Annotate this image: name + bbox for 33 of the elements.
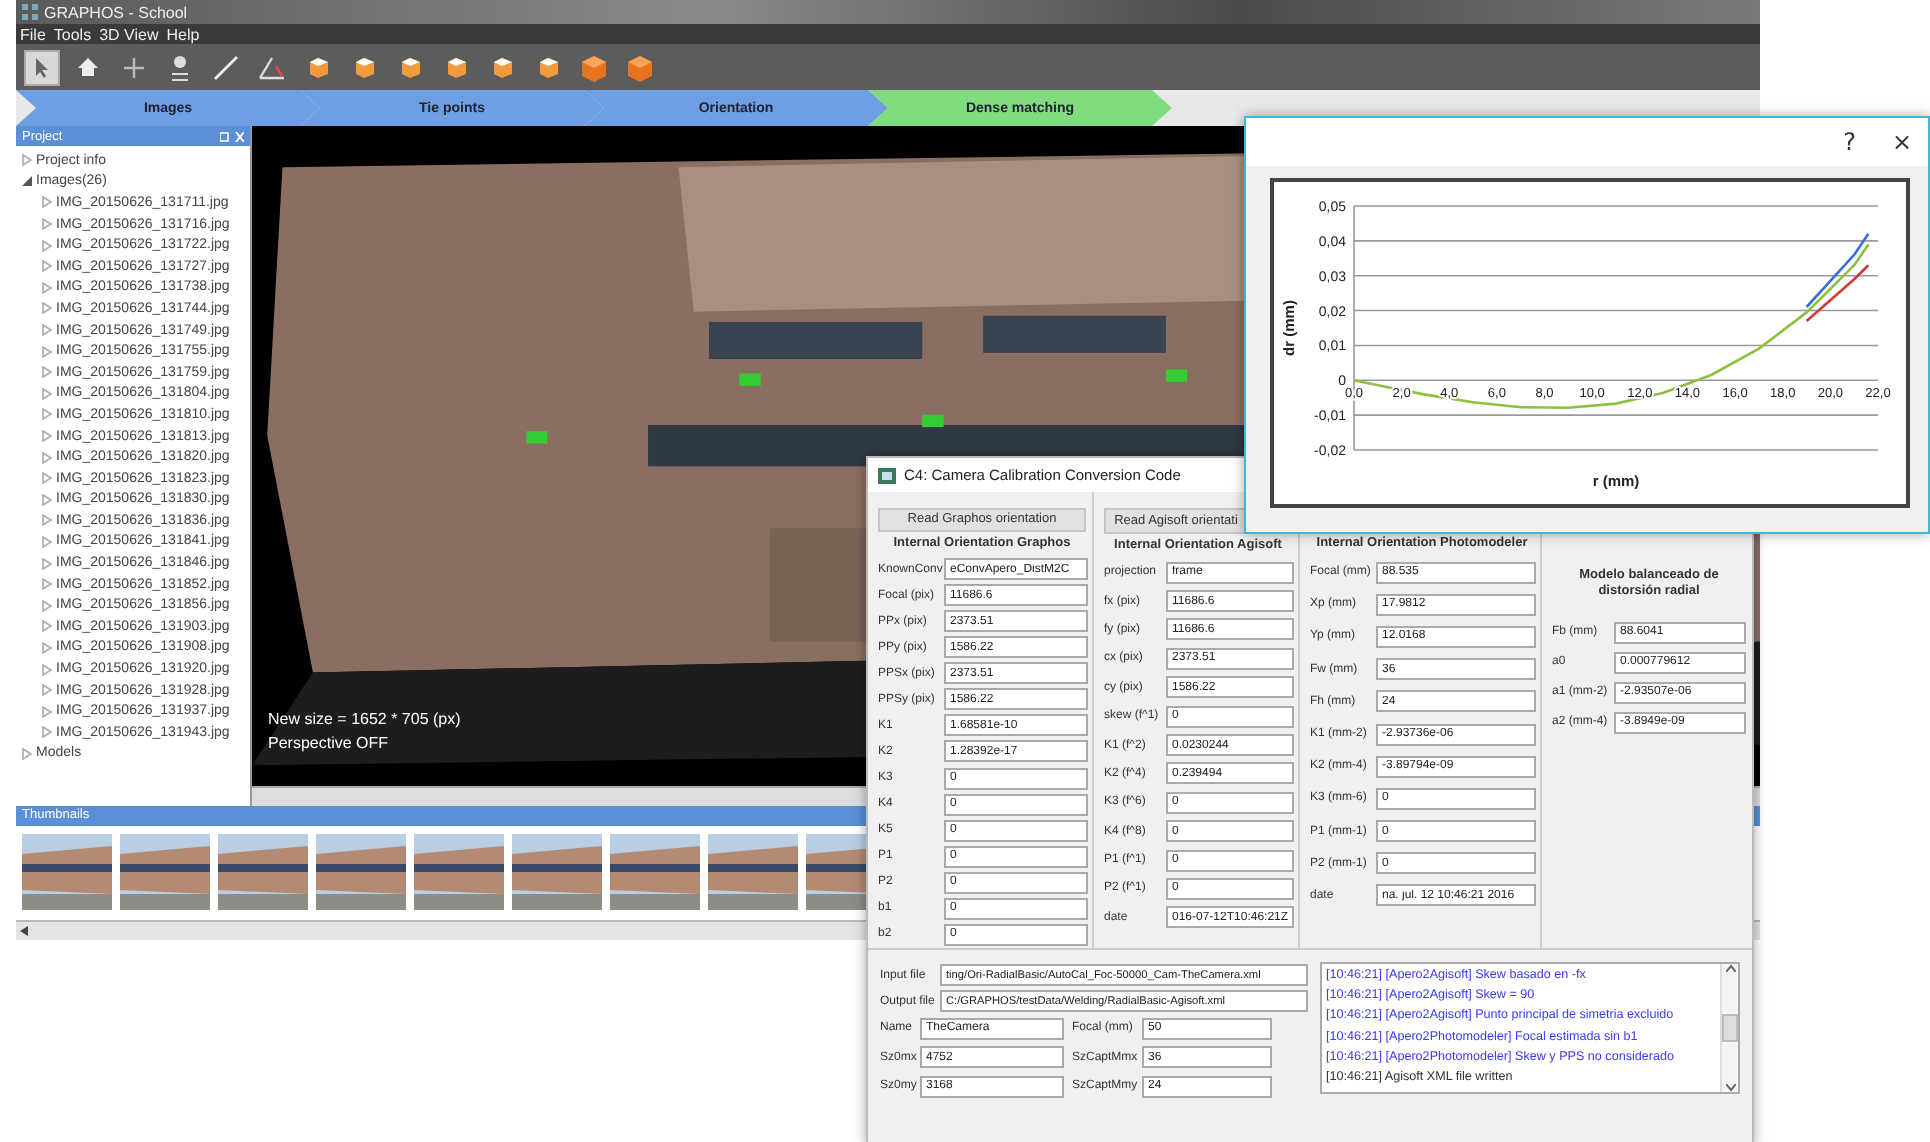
- scrollbar[interactable]: [1720, 964, 1738, 1092]
- point-icon: [168, 53, 192, 81]
- menu-item[interactable]: Tools: [53, 25, 92, 43]
- ruler-icon: [212, 53, 240, 81]
- home-icon: [78, 58, 98, 76]
- viewport-info: Perspective OFF: [268, 734, 391, 752]
- cube-icon: [399, 56, 421, 78]
- menu-item[interactable]: File: [20, 25, 46, 43]
- collapsed-arrow-icon[interactable]: [22, 154, 32, 167]
- cube-icon: [445, 56, 467, 78]
- scroll-left-icon[interactable]: [20, 926, 28, 937]
- panel-controls-icon[interactable]: [220, 131, 244, 141]
- pointer-icon: [34, 57, 50, 77]
- cube-icon: [626, 53, 654, 81]
- toolbar-button[interactable]: [24, 49, 60, 85]
- viewport-info: New size = 1652 * 705 (px): [268, 710, 461, 728]
- app-icon: [878, 467, 896, 483]
- menu-item[interactable]: 3D View: [99, 25, 159, 43]
- expanded-arrow-icon[interactable]: [22, 176, 32, 187]
- cube-icon: [307, 56, 329, 78]
- close-button[interactable]: ×: [1891, 128, 1912, 156]
- help-button[interactable]: ?: [1843, 128, 1856, 156]
- menu-item[interactable]: Help: [166, 25, 200, 43]
- window-title: GRAPHOS - School: [44, 3, 188, 21]
- angle-icon: [258, 55, 286, 79]
- cube-icon: [580, 53, 608, 81]
- app-logo-icon: [22, 4, 38, 20]
- plus-icon: [124, 57, 144, 77]
- cube-icon: [491, 56, 513, 78]
- scroll-down-icon[interactable]: [1725, 1084, 1735, 1092]
- cube-icon: [353, 56, 375, 78]
- scroll-up-icon[interactable]: [1725, 964, 1735, 972]
- cube-icon: [537, 56, 559, 78]
